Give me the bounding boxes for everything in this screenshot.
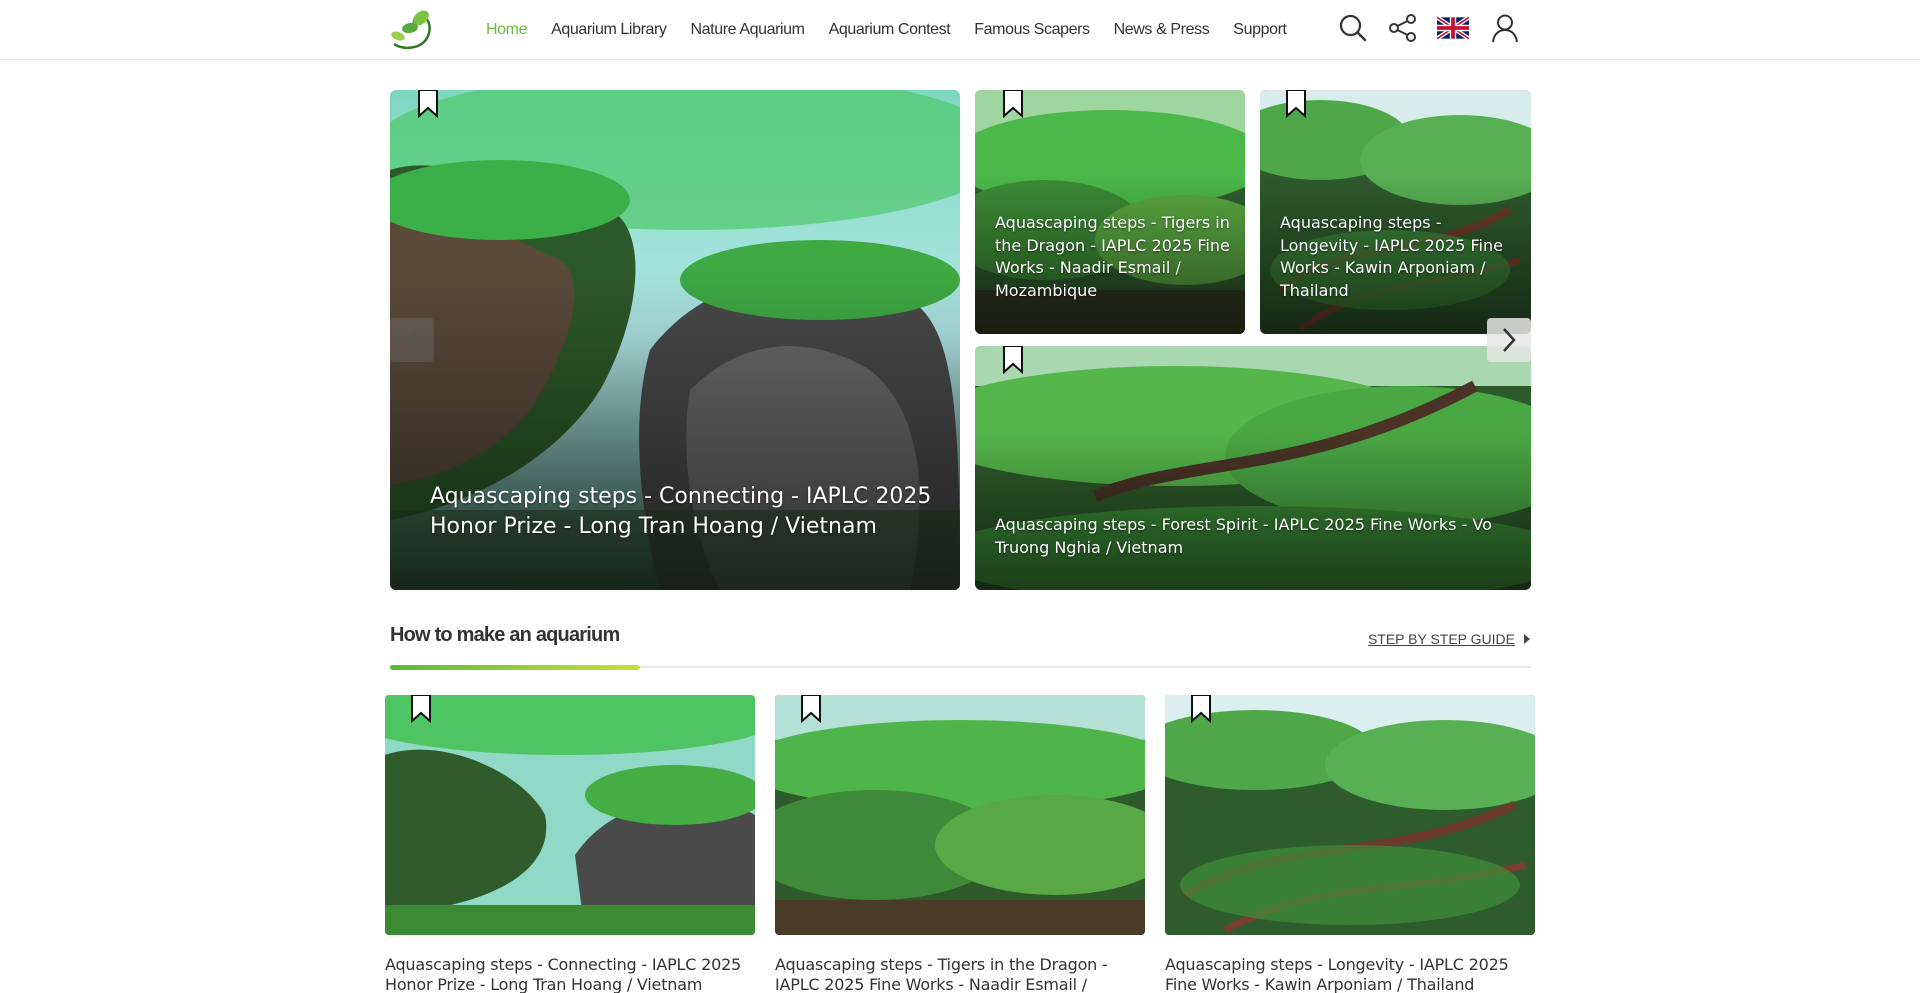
bookmark-icon[interactable] (1190, 695, 1212, 724)
bookmark-icon[interactable] (1285, 90, 1307, 119)
hero-forest-shade (975, 431, 1531, 590)
card-title[interactable]: Aquascaping steps - Longevity - IAPLC 20… (1165, 955, 1535, 993)
hero-longevity-title[interactable]: Aquascaping steps - Longevity - IAPLC 20… (1280, 212, 1520, 302)
section-header: How to make an aquarium STEP BY STEP GUI… (390, 624, 1531, 670)
nav-nature-aquarium[interactable]: Nature Aquarium (691, 21, 805, 39)
card-longevity[interactable]: Aquascaping steps - Longevity - IAPLC 20… (1165, 695, 1535, 993)
main-nav: Home Aquarium Library Nature Aquarium Aq… (486, 0, 1311, 60)
hero-main-tile[interactable]: Aquascaping steps - Connecting - IAPLC 2… (390, 90, 960, 590)
hero-tile-forest-spirit[interactable]: Aquascaping steps - Forest Spirit - IAPL… (975, 346, 1531, 590)
share-icon[interactable] (1387, 12, 1419, 44)
section-underline (390, 665, 640, 670)
search-icon[interactable] (1337, 12, 1369, 44)
section-title: How to make an aquarium (390, 624, 620, 646)
bookmark-icon[interactable] (417, 90, 439, 119)
card-connecting-image (385, 695, 755, 935)
nav-news-press[interactable]: News & Press (1114, 21, 1210, 39)
card-title[interactable]: Aquascaping steps - Connecting - IAPLC 2… (385, 955, 755, 993)
card-image[interactable] (1165, 695, 1535, 935)
site-logo[interactable] (388, 8, 436, 52)
caret-right-icon (1524, 634, 1530, 644)
step-by-step-guide-link[interactable]: STEP BY STEP GUIDE (1368, 631, 1531, 647)
hero-tile-longevity[interactable]: Aquascaping steps - Longevity - IAPLC 20… (1260, 90, 1531, 334)
hero-tigers-title[interactable]: Aquascaping steps - Tigers in the Dragon… (995, 212, 1235, 302)
card-connecting[interactable]: Aquascaping steps - Connecting - IAPLC 2… (385, 695, 755, 993)
chevron-left-icon[interactable] (390, 318, 434, 362)
hero-forest-title[interactable]: Aquascaping steps - Forest Spirit - IAPL… (995, 514, 1515, 559)
nav-home[interactable]: Home (486, 21, 527, 39)
bookmark-icon[interactable] (410, 695, 432, 724)
leaf-logo-icon (391, 10, 431, 50)
uk-flag-icon[interactable] (1437, 12, 1469, 44)
hero-carousel: Aquascaping steps - Connecting - IAPLC 2… (390, 90, 1531, 590)
card-tigers[interactable]: Aquascaping steps - Tigers in the Dragon… (775, 695, 1145, 993)
card-title[interactable]: Aquascaping steps - Tigers in the Dragon… (775, 955, 1145, 993)
card-image[interactable] (775, 695, 1145, 935)
card-tigers-image (775, 695, 1145, 935)
site-header: Home Aquarium Library Nature Aquarium Aq… (0, 0, 1920, 60)
bookmark-icon[interactable] (1002, 90, 1024, 119)
nav-support[interactable]: Support (1233, 21, 1287, 39)
user-icon[interactable] (1489, 12, 1521, 44)
card-image[interactable] (385, 695, 755, 935)
nav-aquarium-library[interactable]: Aquarium Library (551, 21, 667, 39)
nav-famous-scapers[interactable]: Famous Scapers (974, 21, 1090, 39)
nav-aquarium-contest[interactable]: Aquarium Contest (829, 21, 951, 39)
chevron-right-icon[interactable] (1487, 318, 1531, 362)
bookmark-icon[interactable] (800, 695, 822, 724)
hero-tile-tigers[interactable]: Aquascaping steps - Tigers in the Dragon… (975, 90, 1245, 334)
bookmark-icon[interactable] (1002, 346, 1024, 375)
card-longevity-image (1165, 695, 1535, 935)
step-by-step-guide-label: STEP BY STEP GUIDE (1367, 631, 1515, 647)
hero-main-title[interactable]: Aquascaping steps - Connecting - IAPLC 2… (430, 482, 940, 542)
